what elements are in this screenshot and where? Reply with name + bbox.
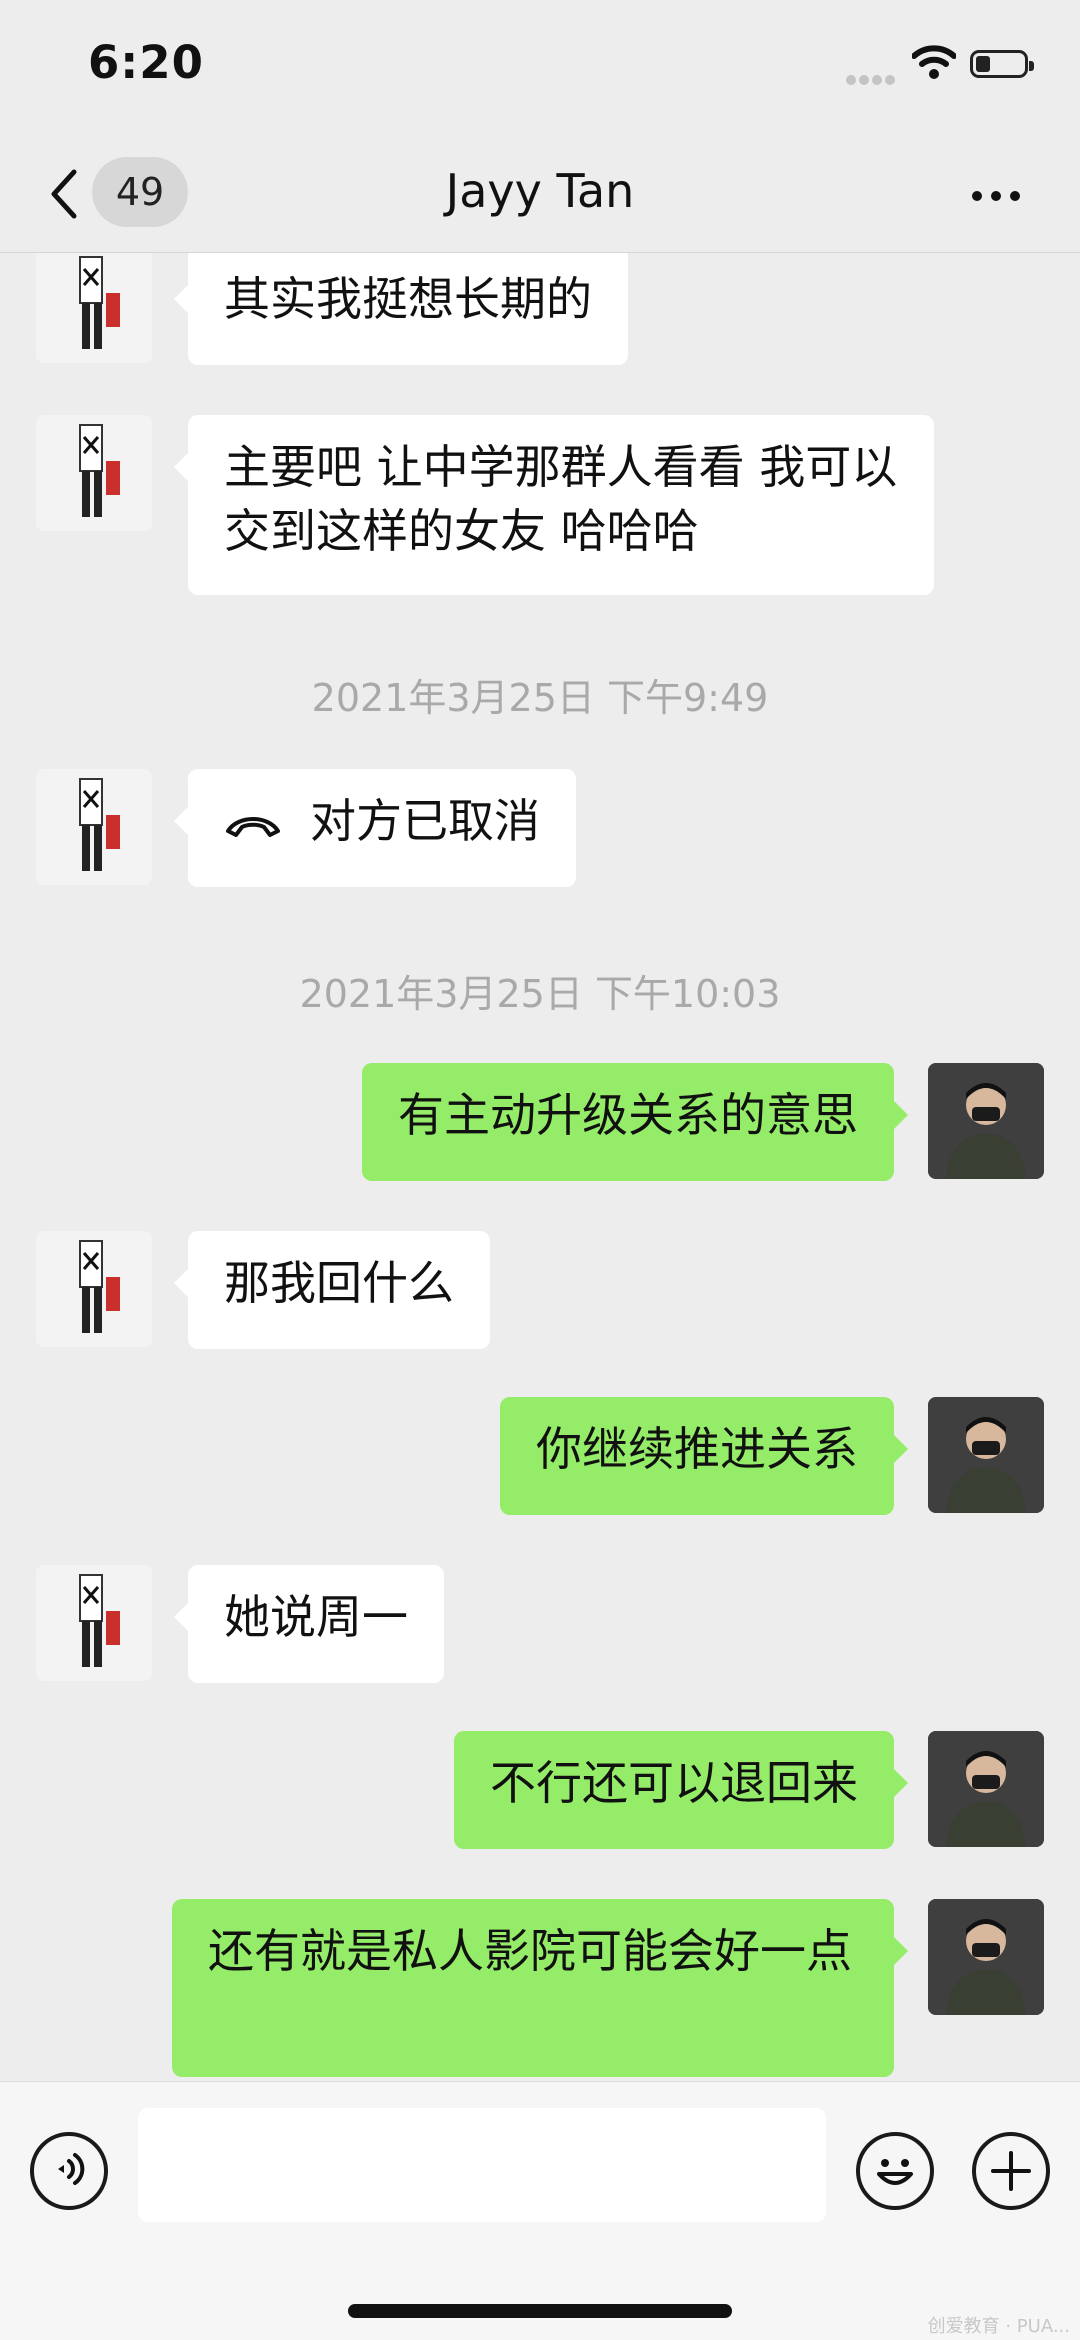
call-record-bubble[interactable]: 对方已取消 [174, 769, 576, 887]
timestamp: 2021年3月25日 下午9:49 [311, 676, 769, 720]
message-bubble-received[interactable]: 其实我挺想长期的 [174, 253, 628, 365]
message-text: 主要吧 让中学那群人看看 我可以交到这样的女友 哈哈哈 [224, 440, 898, 558]
contact-avatar[interactable] [36, 769, 152, 885]
my-avatar[interactable] [928, 1397, 1044, 1513]
message-bubble-received[interactable]: 她说周一 [174, 1565, 444, 1683]
contact-avatar[interactable] [36, 415, 152, 531]
message-list[interactable]: 其实我挺想长期的 主要吧 让中学那群人看看 我可以交到这样的女友 哈哈哈 202… [0, 253, 1080, 2081]
watermark: 创爱教育 · PUA... [927, 2316, 1070, 2337]
contact-avatar[interactable] [36, 253, 152, 363]
voice-wave-icon [58, 2153, 85, 2185]
message-bubble-sent[interactable]: 你继续推进关系 [500, 1397, 908, 1515]
smiley-face-icon [877, 2159, 913, 2185]
timestamp: 2021年3月25日 下午10:03 [299, 972, 781, 1016]
my-avatar[interactable] [928, 1731, 1044, 1847]
my-avatar[interactable] [928, 1063, 1044, 1179]
contact-avatar[interactable] [36, 1231, 152, 1347]
plus-icon[interactable] [972, 2132, 1050, 2210]
voice-icon[interactable] [30, 2132, 108, 2210]
my-avatar[interactable] [928, 1899, 1044, 2015]
emoji-icon[interactable] [856, 2132, 934, 2210]
input-bar: 创爱教育 · PUA... [0, 2081, 1080, 2340]
phone-hangup-icon [226, 816, 280, 837]
message-bubble-sent[interactable]: 不行还可以退回来 [454, 1731, 908, 1849]
message-input[interactable] [138, 2108, 826, 2222]
contact-avatar[interactable] [36, 1565, 152, 1681]
message-bubble-sent[interactable]: 有主动升级关系的意思 [362, 1063, 908, 1181]
message-text: 她说周一 [224, 1590, 408, 1644]
message-bubble-sent[interactable]: 还有就是私人影院可能会好一点 [172, 1899, 908, 2077]
message-text: 你继续推进关系 [536, 1422, 858, 1476]
home-indicator[interactable] [348, 2304, 732, 2318]
message-bubble-received[interactable]: 那我回什么 [174, 1231, 490, 1349]
status-bar: 6:20 [0, 0, 1080, 140]
status-time: 6:20 [88, 36, 204, 89]
battery-icon [970, 50, 1034, 78]
cellular-signal-icon [846, 70, 898, 89]
message-text: 不行还可以退回来 [490, 1756, 858, 1810]
message-text: 还有就是私人影院可能会好一点 [208, 1924, 852, 1978]
chat-title: Jayy Tan [445, 164, 635, 218]
message-text: 那我回什么 [224, 1256, 454, 1310]
message-text: 有主动升级关系的意思 [398, 1088, 858, 1142]
plus-sign-icon [991, 2151, 1031, 2191]
more-dots-icon[interactable] [972, 186, 1029, 205]
message-text: 其实我挺想长期的 [224, 272, 592, 326]
message-bubble-received[interactable]: 主要吧 让中学那群人看看 我可以交到这样的女友 哈哈哈 [174, 415, 934, 595]
wifi-icon [912, 45, 956, 79]
message-text: 对方已取消 [310, 794, 540, 848]
nav-bar: 49 Jayy Tan [0, 140, 1080, 253]
